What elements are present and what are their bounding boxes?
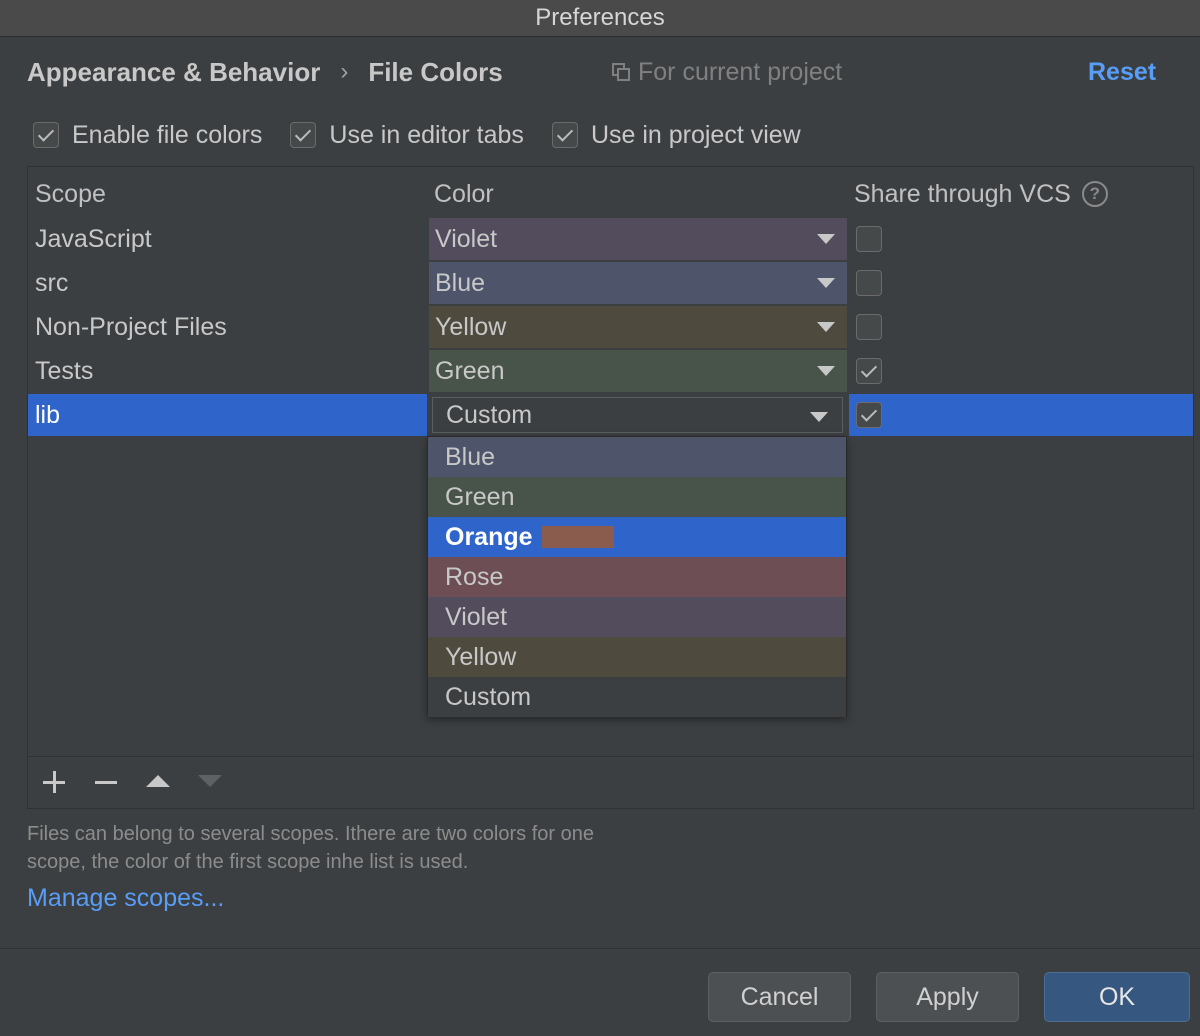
dropdown-item-yellow[interactable]: Yellow — [428, 637, 846, 677]
hint-line: Files can belong to several scopes. Ithe… — [27, 823, 594, 845]
hint-line: scope, the color of the first scope inhe… — [27, 851, 469, 873]
color-value: Yellow — [435, 312, 507, 341]
checkmark-icon — [860, 404, 878, 422]
column-header-vcs[interactable]: Share through VCS ? — [854, 175, 1108, 213]
use-in-project-view-option[interactable]: Use in project view — [551, 120, 801, 150]
color-combo[interactable]: Blue — [429, 262, 847, 304]
dropdown-item-label: Rose — [445, 562, 504, 591]
move-down-button[interactable] — [195, 767, 225, 797]
table-row[interactable]: Tests Green — [28, 350, 1193, 394]
vcs-cell — [849, 350, 1193, 392]
project-scope-label: For current project — [638, 57, 843, 86]
breadcrumb: Appearance & Behavior › File Colors — [27, 52, 503, 92]
use-in-editor-tabs-option[interactable]: Use in editor tabs — [290, 121, 524, 150]
add-scope-button[interactable] — [39, 767, 69, 797]
share-vcs-checkbox[interactable] — [856, 314, 882, 340]
checkmark-icon — [556, 124, 574, 142]
arrow-up-icon — [146, 775, 170, 787]
footer-divider — [0, 948, 1200, 949]
use-in-editor-tabs-label: Use in editor tabs — [329, 120, 524, 149]
share-vcs-checkbox[interactable] — [856, 270, 882, 296]
color-swatch — [541, 526, 614, 548]
ok-button[interactable]: OK — [1044, 972, 1190, 1022]
scope-cell: src — [35, 268, 69, 297]
dropdown-item-rose[interactable]: Rose — [428, 557, 846, 597]
apply-button[interactable]: Apply — [876, 972, 1019, 1022]
color-value: Green — [435, 356, 505, 385]
column-header-scope[interactable]: Scope — [35, 175, 106, 213]
vcs-cell — [849, 306, 1193, 348]
dropdown-item-blue[interactable]: Blue — [428, 437, 846, 477]
remove-scope-button[interactable] — [91, 767, 121, 797]
column-header-color[interactable]: Color — [434, 175, 494, 213]
color-combo[interactable]: Violet — [429, 218, 847, 260]
cancel-button[interactable]: Cancel — [708, 972, 851, 1022]
chevron-down-icon — [817, 322, 835, 332]
dropdown-item-label: Custom — [445, 682, 532, 711]
chevron-down-icon — [817, 366, 835, 376]
vcs-cell — [849, 262, 1193, 304]
move-up-button[interactable] — [143, 767, 173, 797]
dropdown-item-green[interactable]: Green — [428, 477, 846, 517]
help-icon[interactable]: ? — [1081, 181, 1108, 207]
checkmark-icon — [37, 124, 55, 142]
use-in-editor-tabs-checkbox[interactable] — [290, 122, 317, 148]
scope-cell: lib — [28, 394, 427, 436]
scope-cell: JavaScript — [35, 224, 152, 253]
breadcrumb-current: File Colors — [368, 56, 503, 87]
toolbar-divider — [28, 756, 1193, 757]
vcs-cell — [849, 394, 1193, 436]
enable-file-colors-label: Enable file colors — [72, 120, 263, 149]
window-title: Preferences — [535, 4, 665, 31]
color-value: Violet — [435, 224, 498, 253]
color-value: Custom — [446, 400, 533, 429]
breadcrumb-separator-icon: › — [340, 58, 349, 85]
dropdown-item-label: Green — [445, 482, 515, 511]
color-combo[interactable]: Green — [429, 350, 847, 392]
project-scope-note: For current project — [612, 52, 842, 92]
minus-icon — [95, 781, 117, 784]
dropdown-item-orange[interactable]: Orange — [428, 517, 846, 557]
dropdown-item-label: Violet — [445, 602, 508, 631]
dropdown-item-violet[interactable]: Violet — [428, 597, 846, 637]
breadcrumb-parent[interactable]: Appearance & Behavior — [27, 57, 320, 88]
use-in-project-view-checkbox[interactable] — [551, 122, 578, 148]
scope-cell: Non-Project Files — [35, 312, 227, 341]
table-row[interactable]: JavaScript Violet — [28, 218, 1193, 262]
share-vcs-checkbox[interactable] — [856, 358, 882, 384]
dropdown-item-label: Orange — [445, 522, 533, 551]
enable-file-colors-checkbox[interactable] — [33, 122, 59, 148]
table-row-selected[interactable]: lib Custom — [28, 394, 1193, 438]
column-header-vcs-label: Share through VCS — [854, 179, 1071, 208]
color-combo-editor[interactable]: Custom — [432, 397, 843, 433]
checkmark-icon — [295, 124, 312, 142]
color-dropdown-list: Blue Green Orange Rose Violet Yellow Cus… — [427, 436, 847, 717]
table-row[interactable]: src Blue — [28, 262, 1193, 306]
plus-icon-stroke — [53, 771, 56, 793]
arrow-down-icon — [198, 775, 222, 787]
dropdown-item-custom[interactable]: Custom — [428, 677, 846, 717]
scopes-hint: Files can belong to several scopes. Ithe… — [27, 820, 767, 876]
reset-link[interactable]: Reset — [1088, 52, 1156, 92]
use-in-project-view-label: Use in project view — [590, 120, 801, 149]
share-vcs-checkbox[interactable] — [856, 226, 882, 252]
checkmark-icon — [860, 360, 878, 378]
table-row[interactable]: Non-Project Files Yellow — [28, 306, 1193, 350]
chevron-down-icon — [817, 234, 835, 244]
color-combo[interactable]: Yellow — [429, 306, 847, 348]
manage-scopes-link[interactable]: Manage scopes... — [27, 884, 224, 913]
chevron-down-icon — [817, 278, 835, 288]
dropdown-item-label: Yellow — [445, 642, 517, 671]
file-color-options: Enable file colors Use in editor tabs Us… — [33, 116, 829, 154]
project-scope-icon — [612, 63, 630, 81]
chevron-down-icon — [810, 412, 828, 422]
vcs-cell — [849, 218, 1193, 260]
dropdown-item-label: Blue — [445, 442, 496, 471]
scope-cell: Tests — [35, 356, 94, 385]
color-value: Blue — [435, 268, 486, 297]
window-titlebar: Preferences — [0, 0, 1200, 37]
enable-file-colors-option[interactable]: Enable file colors — [33, 121, 262, 150]
share-vcs-checkbox[interactable] — [856, 402, 882, 428]
